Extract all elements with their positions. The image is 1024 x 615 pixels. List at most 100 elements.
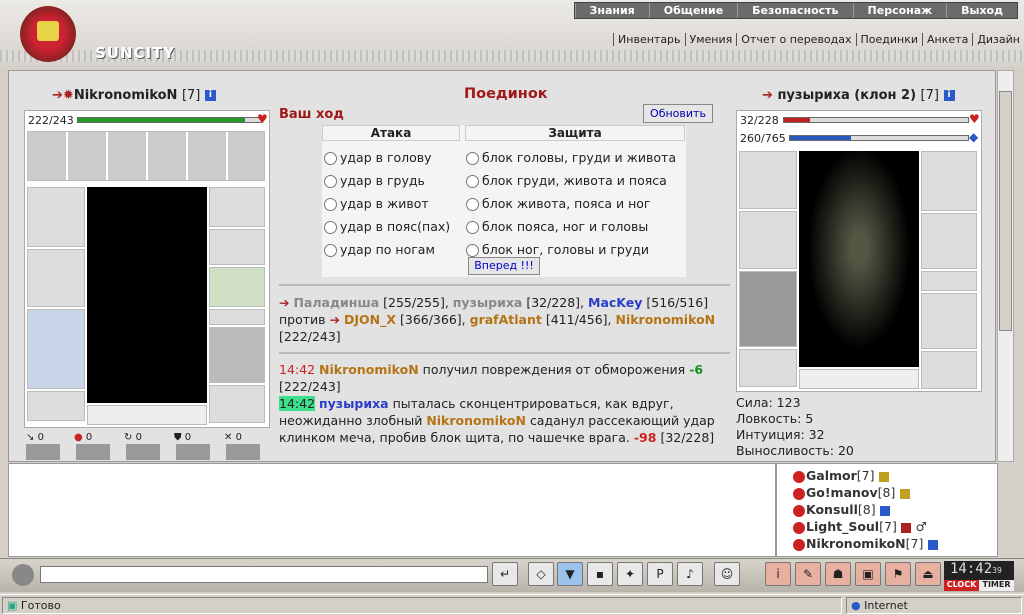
- amulet-slot[interactable]: [209, 187, 265, 227]
- attack-chest[interactable]: удар в грудь: [324, 169, 450, 192]
- attack-belt[interactable]: удар в пояс(пах): [324, 215, 450, 238]
- subnav-design[interactable]: Дизайн: [972, 33, 1024, 46]
- clan-icon: [793, 470, 805, 483]
- hp-text: [366/366],: [399, 312, 466, 327]
- defense-1[interactable]: блок головы, груди и живота: [466, 146, 676, 169]
- defense-4[interactable]: блок пояса, ног и головы: [466, 215, 676, 238]
- heart-icon: ♥: [257, 112, 268, 126]
- nav-knowledge[interactable]: Знания: [574, 3, 649, 18]
- info-button-icon[interactable]: i: [765, 562, 791, 586]
- left-player-name[interactable]: ➔✹NikronomikoN [7] i: [52, 88, 216, 103]
- info-icon[interactable]: [878, 471, 889, 482]
- defense-2[interactable]: блок груди, живота и пояса: [466, 169, 676, 192]
- user-row[interactable]: Galmor[7]: [777, 468, 997, 485]
- shield-slot[interactable]: [209, 327, 265, 383]
- hp-text: [222/243]: [279, 329, 341, 344]
- heart-icon: ♥: [969, 112, 980, 126]
- nav-security[interactable]: Безопасность: [737, 3, 852, 18]
- send-icon[interactable]: ↵: [492, 562, 518, 586]
- info-icon[interactable]: i: [943, 90, 955, 101]
- music-icon[interactable]: ♪: [677, 562, 703, 586]
- nav-communication[interactable]: Общение: [648, 3, 737, 18]
- inventory-icon[interactable]: ▣: [855, 562, 881, 586]
- chat-area[interactable]: [8, 463, 776, 557]
- subnav-transfers[interactable]: Отчет о переводах: [736, 33, 855, 46]
- portrait-icon[interactable]: ☗: [825, 562, 851, 586]
- info-icon[interactable]: [879, 505, 890, 516]
- team-player[interactable]: NikronomikoN: [615, 312, 715, 327]
- vertical-scrollbar[interactable]: [997, 70, 1014, 462]
- user-row[interactable]: NikronomikoN[7]: [777, 536, 997, 553]
- private-icon[interactable]: P: [647, 562, 673, 586]
- nav-character[interactable]: Персонаж: [852, 3, 947, 18]
- rings-slot[interactable]: [209, 309, 265, 325]
- smile-icon[interactable]: ☺: [714, 562, 740, 586]
- save-icon[interactable]: ▪: [587, 562, 613, 586]
- attack-stomach[interactable]: удар в живот: [324, 192, 450, 215]
- belt-slot[interactable]: [739, 349, 797, 387]
- boots-slot[interactable]: [921, 351, 977, 389]
- team-player[interactable]: MacKey: [588, 295, 642, 310]
- nav-exit[interactable]: Выход: [946, 3, 1017, 18]
- attack-head[interactable]: удар в голову: [324, 146, 450, 169]
- subnav-fights[interactable]: Поединки: [855, 33, 923, 46]
- spell-scrolls[interactable]: [27, 131, 265, 181]
- armor-slot[interactable]: [739, 271, 797, 347]
- armor-slot[interactable]: [27, 309, 85, 389]
- bracer-slot[interactable]: [209, 229, 265, 265]
- helmet-slot[interactable]: [739, 151, 797, 209]
- scroll-icon[interactable]: ✎: [795, 562, 821, 586]
- left-hp-bar: [77, 117, 263, 123]
- info-icon[interactable]: [899, 488, 910, 499]
- forward-button[interactable]: Вперед !!!: [468, 257, 540, 275]
- user-row[interactable]: Light_Soul[7] ♂: [777, 519, 997, 536]
- info-icon[interactable]: i: [204, 90, 216, 101]
- clear-icon[interactable]: ◇: [528, 562, 554, 586]
- rune-slots[interactable]: [799, 369, 919, 389]
- defense-3[interactable]: блок живота, пояса и ног: [466, 192, 676, 215]
- add-friend-icon[interactable]: ♂: [916, 519, 927, 534]
- flag-icon[interactable]: ⚑: [885, 562, 911, 586]
- log-player[interactable]: NikronomikoN: [426, 413, 526, 428]
- shield-slot[interactable]: [921, 293, 977, 349]
- user-row[interactable]: Go!manov[8]: [777, 485, 997, 502]
- subnav-skills[interactable]: Умения: [684, 33, 737, 46]
- fight-icon[interactable]: ✦: [617, 562, 643, 586]
- team-player[interactable]: пузыриха: [453, 295, 523, 310]
- team-player[interactable]: Паладинша: [293, 295, 379, 310]
- logo: [20, 6, 76, 62]
- speaker-icon[interactable]: [12, 564, 34, 586]
- rings-slot[interactable]: [921, 271, 977, 291]
- subnav-inventory[interactable]: Инвентарь: [613, 33, 684, 46]
- rune-slots[interactable]: [87, 405, 207, 425]
- subnav-profile[interactable]: Анкета: [922, 33, 972, 46]
- exit-icon[interactable]: ⏏: [915, 562, 941, 586]
- boots-slot[interactable]: [209, 385, 265, 423]
- right-player-name[interactable]: ➔ пузыриха (клон 2) [7] i: [762, 88, 955, 103]
- timer-label: TIMER: [979, 580, 1014, 591]
- refresh-button[interactable]: Обновить: [643, 104, 713, 123]
- amulet-slot[interactable]: [921, 151, 977, 211]
- battle-log: 14:42 NikronomikoN получил повреждения о…: [279, 361, 731, 461]
- user-row[interactable]: Konsull[8]: [777, 502, 997, 519]
- sword-slot[interactable]: [27, 249, 85, 307]
- team-player[interactable]: DJON_X: [344, 312, 396, 327]
- attack-legs[interactable]: удар по ногам: [324, 238, 450, 261]
- attack-options: удар в голову удар в грудь удар в живот …: [324, 146, 450, 261]
- helmet-slot[interactable]: [27, 187, 85, 247]
- log-player[interactable]: пузыриха: [319, 396, 389, 411]
- team-player[interactable]: grafAtlant: [470, 312, 542, 327]
- log-entry: 14:42 NikronomikoN получил повреждения о…: [279, 361, 731, 395]
- gloves-slot[interactable]: [209, 267, 265, 307]
- gloves-slot[interactable]: [921, 213, 977, 269]
- belt-slot[interactable]: [27, 391, 85, 421]
- weapon-slot[interactable]: [739, 211, 797, 269]
- hp-text: [516/516]: [646, 295, 709, 310]
- chat-input[interactable]: [40, 566, 488, 583]
- stat-agility: Ловкость: 5: [736, 411, 814, 426]
- divider: [279, 284, 730, 286]
- info-icon[interactable]: [901, 522, 912, 533]
- log-player[interactable]: NikronomikoN: [319, 362, 419, 377]
- info-icon[interactable]: [927, 539, 938, 550]
- filter-icon[interactable]: ▼: [557, 562, 583, 586]
